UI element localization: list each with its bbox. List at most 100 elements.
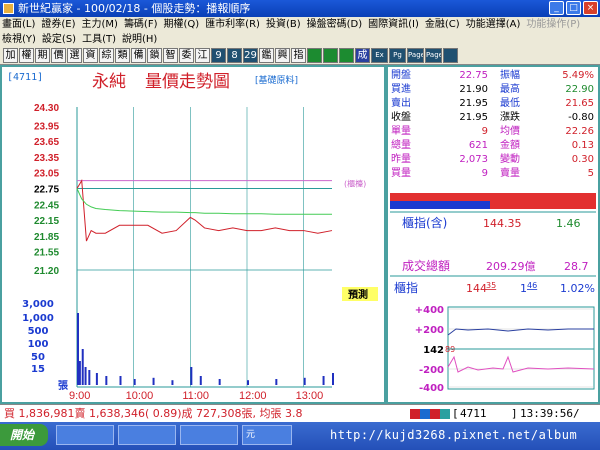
series-line-average: [76, 188, 332, 215]
toolbar-button-4[interactable]: 選: [67, 48, 82, 63]
time-tick-label: 10:00: [126, 390, 154, 402]
volume-bar: [133, 379, 136, 385]
trade-summary: 買 1,836,981賣 1,638,346( 0.89)成 727,308張,…: [4, 407, 303, 420]
mini-secondary-line: [447, 355, 595, 373]
menu-item-r1-9[interactable]: 金融(C): [425, 17, 460, 32]
volume-bar: [105, 376, 108, 385]
mini-tick-label: +400: [415, 305, 444, 316]
turnover-change: 28.7: [564, 260, 589, 273]
code-input-bracket-right: ]: [511, 407, 518, 420]
otc-value: 144.35: [483, 217, 522, 230]
toolbar-button-13[interactable]: 9: [211, 48, 226, 63]
toolbar-button-22[interactable]: 成: [355, 48, 370, 63]
volume-bar: [81, 349, 84, 385]
mini-change: 1: [520, 282, 527, 295]
toolbar-button-14[interactable]: 8: [227, 48, 242, 63]
volume-bar: [218, 379, 221, 385]
menu-item-r1-6[interactable]: 投資(B): [266, 17, 301, 32]
toolbar-button-10[interactable]: 智: [163, 48, 178, 63]
time-tick-label: 12:00: [239, 390, 267, 402]
toolbar-button-7[interactable]: 類: [115, 48, 130, 63]
index-panel: 櫃指(含) 144.35 1.46 成交總額 209.29億 28.7 櫃指 144 35 1 46…: [390, 193, 596, 394]
toolbar-button-6[interactable]: 綜: [99, 48, 114, 63]
taskbar-item-4[interactable]: 元: [242, 425, 292, 445]
toolbar-button-3[interactable]: 價: [51, 48, 66, 63]
quote-panel: 開盤 22.75 振幅 5.49% 買進 21.90 最高 22.90 賣出 21.95 最低 21.…: [386, 65, 600, 404]
mini-frame: [447, 306, 595, 390]
menu-item-r2-0[interactable]: 檢視(Y): [2, 32, 36, 47]
volume-bar: [78, 361, 81, 385]
menu-item-r1-4[interactable]: 期權(Q): [164, 17, 200, 32]
minimize-button[interactable]: _: [549, 1, 564, 15]
volume-bar: [247, 380, 249, 385]
menu-item-r1-5[interactable]: 匯市利率(R): [205, 17, 260, 32]
menu-item-r1-0[interactable]: 畫面(L): [2, 17, 35, 32]
mini-title: 櫃指: [394, 280, 418, 295]
taskbar-item-1[interactable]: [56, 425, 114, 445]
series-line-price: [76, 179, 333, 242]
start-button[interactable]: 開始: [0, 424, 48, 446]
toolbar-button-11[interactable]: 委: [179, 48, 194, 63]
price-tick-label: 23.95: [34, 121, 59, 132]
bidask-bar-bottom-right: [490, 201, 596, 209]
toolbar-button-15[interactable]: 29: [243, 48, 258, 63]
menu-item-r2-1[interactable]: 設定(S): [42, 32, 76, 47]
toolbar-button-25[interactable]: Page: [407, 48, 424, 63]
volume-bar: [275, 379, 278, 385]
menu-item-r1-1[interactable]: 證券(E): [41, 17, 75, 32]
menu-item-r1-8[interactable]: 國際資訊(I): [368, 17, 419, 32]
toolbar-button-2[interactable]: 期: [35, 48, 50, 63]
toolbar-button-21[interactable]: [339, 48, 354, 63]
mini-tick-label: -400: [419, 383, 444, 394]
menu-item-r2-3[interactable]: 說明(H): [122, 32, 157, 47]
taskbar-item-2[interactable]: [118, 425, 176, 445]
menu-row-1: 畫面(L) 證券(E) 主力(M) 籌碼(F) 期權(Q) 匯市利率(R) 投資(B) 操盤密…: [0, 17, 600, 32]
toolbar-button-5[interactable]: 資: [83, 48, 98, 63]
toolbar-button-26[interactable]: Page: [425, 48, 442, 63]
toolbar-button-8[interactable]: 備: [131, 48, 146, 63]
toolbar-button-1[interactable]: 權: [19, 48, 34, 63]
toolbar-button-12[interactable]: 江: [195, 48, 210, 63]
turnover-value: 209.29億: [486, 260, 536, 273]
code-input-bracket-left: [: [452, 407, 459, 420]
toolbar-button-9[interactable]: 鎖: [147, 48, 162, 63]
toolbar-button-20[interactable]: [323, 48, 338, 63]
price-tick-label: 23.05: [34, 169, 59, 180]
menu-item-r1-2[interactable]: 主力(M): [82, 17, 118, 32]
time-tick-label: 9:00: [69, 390, 90, 402]
price-tick-label: 21.20: [34, 266, 59, 277]
menu-item-r1-10[interactable]: 功能選擇(A): [466, 17, 521, 32]
time-tick-label: 13:00: [296, 390, 324, 402]
toolbar-button-18[interactable]: 指: [291, 48, 306, 63]
main-chart: 9:00 10:00 11:00 12:00 13:00 24.30 23.95 23.65 2…: [22, 103, 378, 402]
volume-bar: [77, 313, 79, 385]
toolbar-button-24[interactable]: Pg: [389, 48, 406, 63]
volume-tick-label: 15: [31, 364, 45, 375]
volume-bar: [171, 380, 174, 385]
menu-item-r2-2[interactable]: 工具(T): [82, 32, 116, 47]
toolbar: 加權期價選資綜類備鎖智委江 9 8 29 鑑興指成 Ex Pg Page Page: [0, 47, 600, 65]
menu-item-r1-3[interactable]: 籌碼(F): [124, 17, 158, 32]
volume-bar: [190, 367, 193, 385]
toolbar-button-19[interactable]: [307, 48, 322, 63]
price-tick-label: 22.45: [34, 200, 59, 211]
menu-item-r1-7[interactable]: 操盤密碼(D): [307, 17, 363, 32]
title-bar: 新世紀贏家 - 100/02/18 - 個股走勢：播報順序 _ □ ×: [0, 0, 600, 17]
volume-bar: [322, 376, 325, 385]
toolbar-button-16[interactable]: 鑑: [259, 48, 274, 63]
taskbar-item-3[interactable]: [180, 425, 238, 445]
toolbar-button-27[interactable]: [443, 48, 458, 63]
maximize-button[interactable]: □: [566, 1, 581, 15]
mini-value: 144: [466, 282, 487, 295]
volume-bar: [332, 373, 334, 385]
volume-bar: [303, 377, 306, 385]
mini-tick-label: -200: [419, 365, 444, 376]
close-button[interactable]: ×: [583, 1, 598, 15]
volume-bar: [84, 367, 87, 385]
toolbar-button-0[interactable]: 加: [3, 48, 18, 63]
toolbar-button-17[interactable]: 興: [275, 48, 290, 63]
mini-index-line: [447, 328, 594, 336]
menu-item-r1-11[interactable]: 功能操作(P): [526, 17, 580, 32]
mini-value-frac: 35: [486, 281, 496, 290]
toolbar-button-23[interactable]: Ex: [371, 48, 388, 63]
